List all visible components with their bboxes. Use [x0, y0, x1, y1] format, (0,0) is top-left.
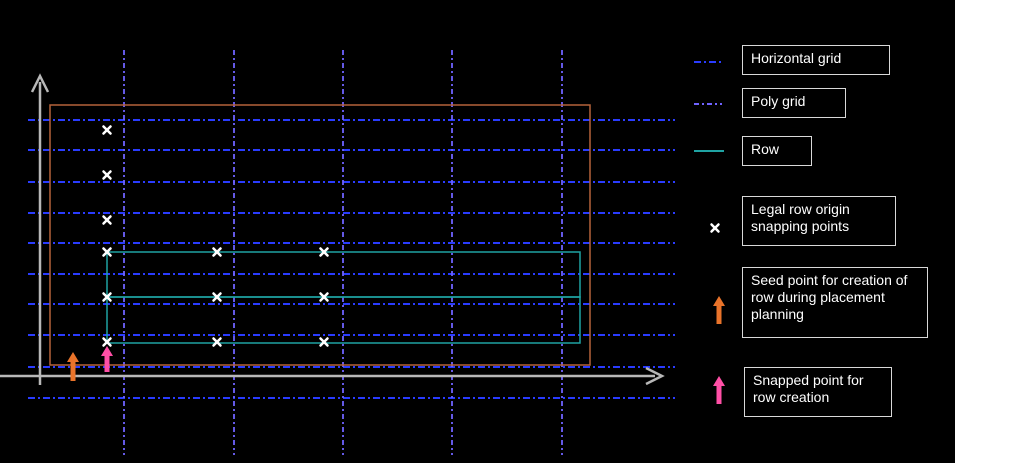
snap-point-icon: [102, 125, 112, 135]
snapping-points: [102, 125, 329, 347]
legend-horizontal-grid: Horizontal grid: [742, 45, 890, 75]
legend-snap-point-icon: [710, 223, 720, 233]
snapped-arrow-icon: [101, 346, 113, 372]
snapped-point-arrow: [101, 346, 113, 372]
diagram-canvas: Horizontal grid Poly grid Row Legal row …: [0, 0, 955, 463]
snap-point-icon: [319, 337, 329, 347]
legend-row: Row: [742, 136, 812, 166]
snap-point-icon: [212, 337, 222, 347]
legend-snapped-arrow-icon: [713, 376, 725, 404]
snap-point-icon: [102, 215, 112, 225]
legend-snapping-points: Legal row origin snapping points: [742, 196, 896, 246]
placement-boundary: [49, 104, 591, 366]
legend-snapped-point: Snapped point for row creation: [744, 367, 892, 417]
legend-poly-grid: Poly grid: [742, 88, 846, 118]
rows: [106, 251, 581, 344]
legend-symbols: [694, 61, 725, 404]
legend-seed-arrow-icon: [713, 296, 725, 324]
legend-seed-point: Seed point for creation of row during pl…: [742, 267, 928, 338]
snap-point-icon: [102, 170, 112, 180]
horizontal-grid-lines: [28, 119, 675, 399]
